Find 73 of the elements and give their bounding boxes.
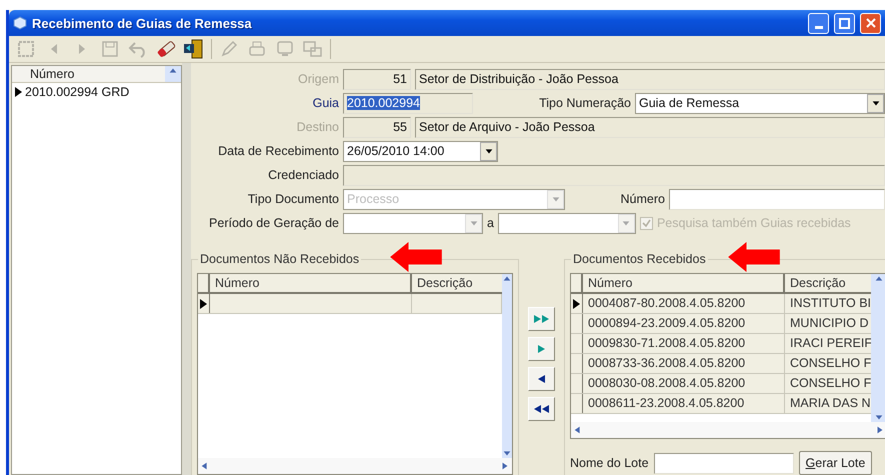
text-field[interactable]: 2010.002994 [343,92,473,114]
scrollbar[interactable] [571,422,885,438]
double-left-arrow-icon [534,405,550,413]
column-header: Número [12,66,165,82]
minimize-icon [814,26,822,28]
close-button[interactable] [860,12,881,34]
scrollbar[interactable] [165,66,181,82]
close-icon [866,18,876,28]
table-cell: 0000894-23.2009.4.05.8200 [583,314,785,333]
table-cell: 0004087-80.2008.4.05.8200 [583,294,785,313]
scrollbar[interactable] [502,274,512,458]
column-header[interactable]: Descrição [412,274,502,292]
scroll-right-icon [500,461,510,471]
left-arrow-icon [538,375,546,383]
printer-icon [248,40,266,58]
date-field[interactable] [498,212,636,234]
exit-door-icon [183,39,205,59]
table-cell-text: MARIA DAS N [789,395,871,412]
scrollbar[interactable] [871,274,885,422]
double-right-arrow-icon [534,315,550,323]
dropdown[interactable]: Guia de Remessa [635,92,885,114]
column-header[interactable]: Número [210,274,412,292]
current-row-icon [15,87,22,97]
field-label: Tipo Numeração [539,96,631,110]
text-field[interactable] [654,452,794,474]
pencil-icon [220,40,238,58]
field-label: Número [620,192,665,206]
minimize-button[interactable] [808,12,829,34]
maximize-button[interactable] [834,12,855,34]
current-row-icon [200,298,207,308]
field-label: Origem [297,72,339,86]
cube-app-icon [13,16,27,30]
previous-icon [50,43,58,55]
field-label: Data de Recebimento [217,144,339,158]
group-title: Documentos Não Recebidos [198,252,362,266]
monitor-icon [276,40,294,58]
frame-icon [17,40,35,58]
column-header[interactable]: Número [583,274,785,292]
date-field[interactable] [343,212,483,234]
table-cell: 0009830-71.2008.4.05.8200 [583,334,785,353]
table-cell-text: MUNICIPIO D [789,315,870,332]
field-label: Nome do Lote [570,456,649,470]
field-label: Guia [312,96,339,110]
generate-button[interactable]: Gerar Lote [798,451,872,475]
field-label: Credenciado [267,168,339,182]
field-label: Destino [296,120,339,134]
window-title: Recebimento de Guias de Remessa [32,16,253,30]
save-icon [101,40,119,58]
field-label: Tipo Documento [246,192,339,206]
copy-icon [303,40,323,58]
scroll-right-icon [875,425,885,435]
undo-icon [128,40,148,58]
table-cell-text: INSTITUTO BI [789,295,871,312]
right-arrow-icon [538,345,546,353]
current-row-icon [573,298,580,308]
column-header[interactable]: Descrição [785,274,871,292]
table-cell-text: CONSELHO F [789,355,871,372]
transfer-button[interactable] [528,367,555,391]
maximize-icon [839,18,850,28]
table-cell: 0008030-08.2008.4.05.8200 [583,374,785,393]
transfer-button[interactable] [528,397,555,421]
next-icon [78,43,86,55]
group-title: Documentos Recebidos [571,252,708,266]
scrollbar[interactable] [198,458,512,474]
table-cell-text: CONSELHO F [789,375,871,392]
table-cell: 0008611-23.2008.4.05.8200 [583,394,785,413]
field-label: Período de Geração de [208,216,339,230]
table-cell: 0008733-36.2008.4.05.8200 [583,354,785,373]
date-field[interactable]: 26/05/2010 14:00 [343,140,498,162]
text-field[interactable] [343,164,885,186]
toolbar-button[interactable] [183,38,205,60]
field-label: a [487,216,494,230]
text-field[interactable] [669,188,885,210]
